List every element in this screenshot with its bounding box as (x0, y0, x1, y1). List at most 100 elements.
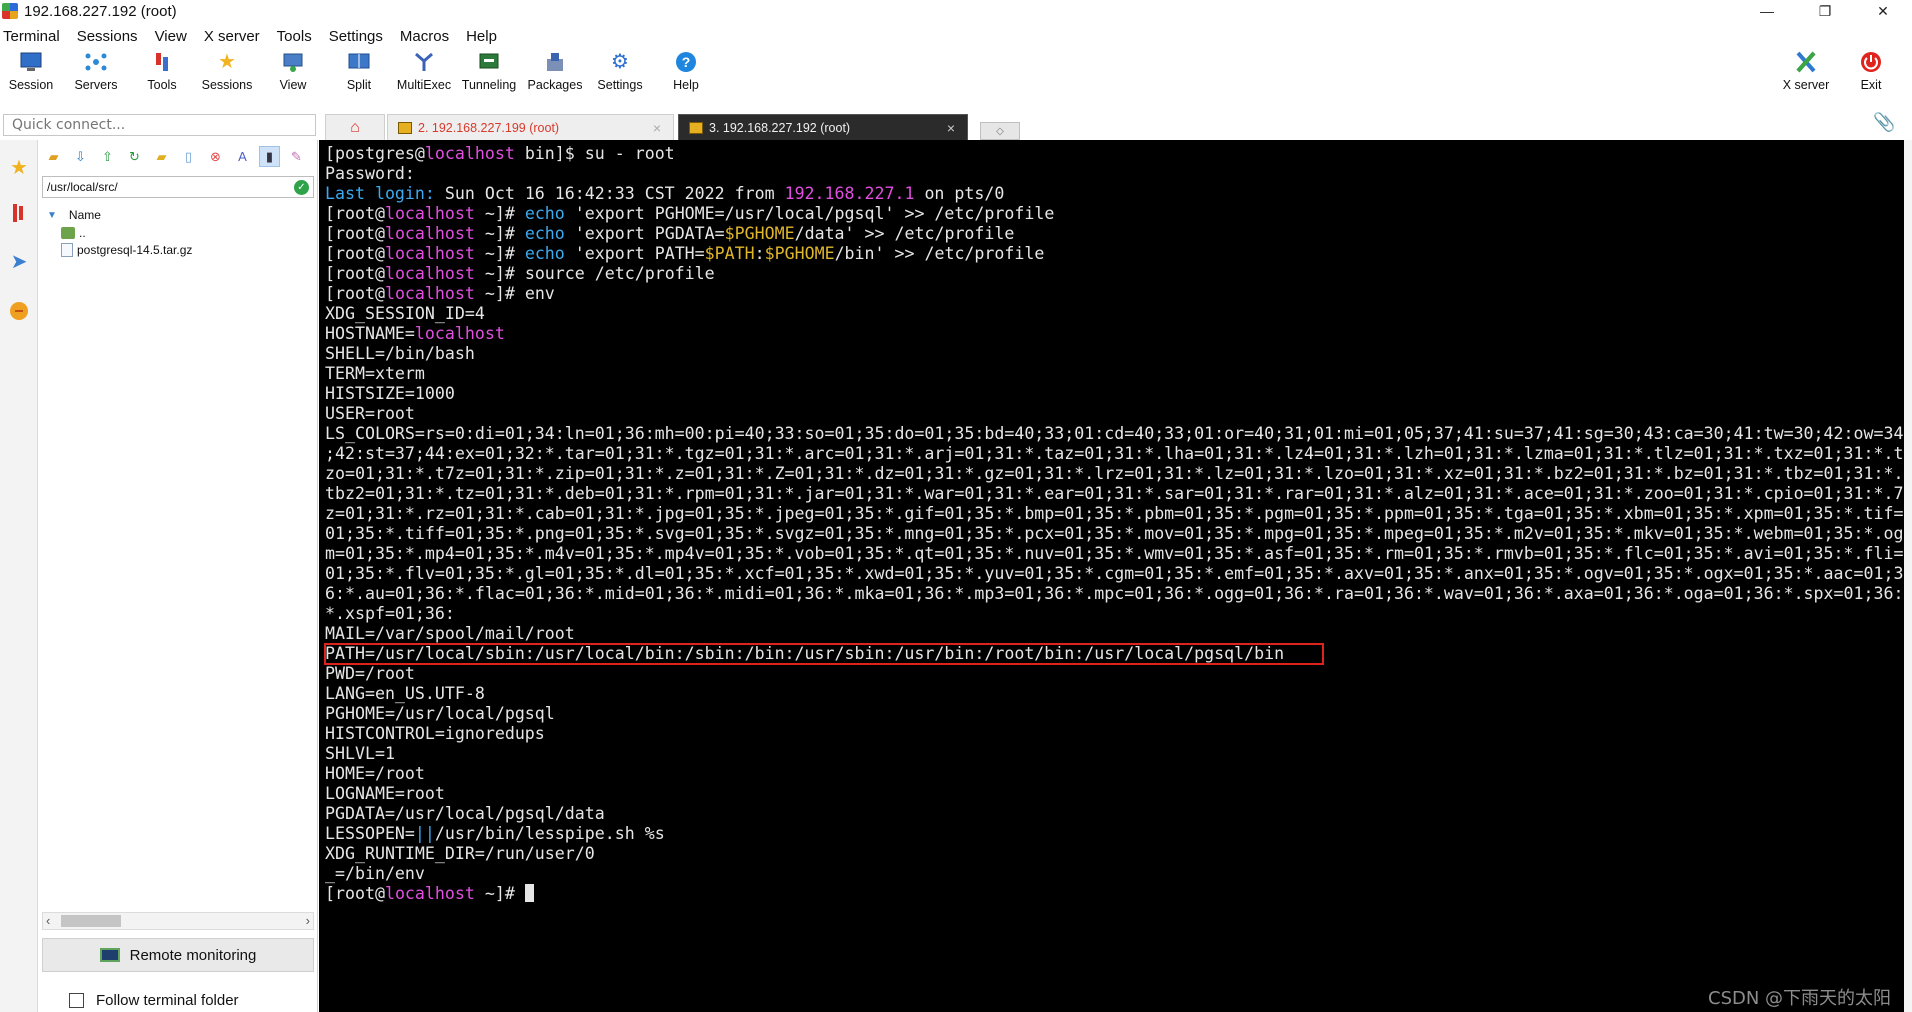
follow-folder-label: Follow terminal folder (96, 992, 239, 1009)
terminal-line: 01;35:*.tiff=01;35:*.png=01;35:*.svg=01;… (325, 524, 1905, 544)
terminal-line: PGHOME=/usr/local/pgsql (325, 704, 1905, 724)
new-file-icon[interactable]: ▯ (178, 146, 199, 167)
terminal-text: LOGNAME=root (325, 784, 445, 803)
menu-tools[interactable]: Tools (274, 28, 320, 45)
session-button[interactable]: Session (0, 50, 62, 102)
maximize-button[interactable]: ❐ (1796, 0, 1854, 22)
terminal-text: [root@ (325, 284, 385, 303)
terminal-line: [root@localhost ~]# source /etc/profile (325, 264, 1905, 284)
terminal-line: ;42:st=37;44:ex=01;32:*.tar=01;31:*.tgz=… (325, 444, 1905, 464)
terminal-line: MAIL=/var/spool/mail/root (325, 624, 1905, 644)
tools-strip-icon[interactable] (6, 200, 32, 226)
paperclip-icon[interactable]: 📎 (1873, 112, 1895, 133)
terminal-line: [postgres@localhost bin]$ su - root (325, 144, 1905, 164)
terminal-tab-icon (398, 121, 412, 134)
terminal-text: bin]$ su - root (514, 144, 675, 163)
remote-monitoring-button[interactable]: Remote monitoring (42, 938, 314, 972)
terminal-line: [root@localhost ~]# (325, 884, 1905, 904)
terminal-text: || (414, 824, 435, 843)
tunneling-button[interactable]: Tunneling (458, 50, 520, 102)
packages-button[interactable]: Packages (524, 50, 586, 102)
terminal-text: $PATH (704, 244, 755, 263)
terminal-line: HOME=/root (325, 764, 1905, 784)
parent-folder-icon (61, 227, 75, 239)
terminal-text: HOME=/root (325, 764, 425, 783)
new-tab-button[interactable]: ◇ (980, 122, 1020, 140)
menu-view[interactable]: View (152, 28, 195, 45)
remote-monitoring-label: Remote monitoring (129, 946, 257, 964)
menu-help[interactable]: Help (463, 28, 505, 45)
follow-terminal-folder[interactable]: Follow terminal folder (69, 992, 239, 1009)
power-icon (1858, 50, 1884, 74)
close-button[interactable]: ✕ (1854, 0, 1912, 22)
terminal-text: 01;35:*.tiff=01;35:*.png=01;35:*.svg=01;… (325, 524, 1904, 543)
tree-column-header[interactable]: ▼ Name (47, 208, 101, 222)
xserver-button[interactable]: X server (1775, 50, 1837, 102)
terminal-text: localhost (384, 204, 475, 223)
watermark: CSDN @下雨天的太阳 (1708, 988, 1892, 1009)
list-item-file[interactable]: postgresql-14.5.tar.gz (61, 243, 192, 257)
menu-settings[interactable]: Settings (326, 28, 391, 45)
favorites-star-icon[interactable]: ★ (6, 154, 32, 180)
terminal-line: XDG_RUNTIME_DIR=/run/user/0 (325, 844, 1905, 864)
tab-close-icon[interactable]: × (947, 120, 955, 136)
settings-button[interactable]: ⚙ Settings (589, 50, 651, 102)
tab-close-icon[interactable]: × (653, 120, 661, 136)
terminal-text: MAIL=/var/spool/mail/root (325, 624, 575, 643)
tab-session-2[interactable]: 2. 192.168.227.199 (root) × (387, 114, 674, 140)
menu-terminal[interactable]: Terminal (0, 28, 68, 45)
upload-icon[interactable]: ⇧ (97, 146, 118, 167)
tools-button[interactable]: Tools (131, 50, 193, 102)
terminal-line: Last login: Sun Oct 16 16:42:33 CST 2022… (325, 184, 1905, 204)
home-tab[interactable]: ⌂ (325, 114, 385, 140)
bookmark-icon[interactable]: ▮ (259, 146, 280, 167)
sftp-path-field[interactable]: /usr/local/src/ ✓ (42, 176, 314, 198)
terminal-text: PWD=/root (325, 664, 415, 683)
terminal-text: 'export PATH= (564, 244, 705, 263)
sessions-button[interactable]: ★ Sessions (196, 50, 258, 102)
settings-icon: ⚙ (611, 51, 629, 73)
macro-icon[interactable] (6, 298, 32, 324)
edit-icon[interactable]: ✎ (286, 146, 307, 167)
send-icon[interactable]: ➤ (6, 248, 32, 274)
terminal-line: zo=01;31:*.t7z=01;31:*.zip=01;31:*.z=01;… (325, 464, 1905, 484)
tab-label: 2. 192.168.227.199 (root) (418, 120, 560, 135)
terminal-view[interactable]: [postgres@localhost bin]$ su - root Passw… (319, 140, 1909, 1012)
servers-button[interactable]: Servers (65, 50, 127, 102)
scroll-left-icon[interactable]: ‹ (46, 913, 50, 929)
split-button[interactable]: Split (328, 50, 390, 102)
terminal-text: zo=01;31:*.t7z=01;31:*.zip=01;31:*.z=01;… (325, 464, 1904, 483)
menu-xserver[interactable]: X server (201, 28, 268, 45)
menu-macros[interactable]: Macros (397, 28, 457, 45)
terminal-text: [root@ (325, 884, 385, 903)
path-highlight-box (324, 643, 1324, 665)
terminal-text: : (754, 244, 765, 263)
rename-icon[interactable]: A (232, 146, 253, 167)
multiexec-button[interactable]: MultiExec (393, 50, 455, 102)
tab-session-3[interactable]: 3. 192.168.227.192 (root) × (678, 114, 968, 140)
terminal-line: [root@localhost ~]# echo 'export PGHOME=… (325, 204, 1905, 224)
new-folder-icon[interactable]: ▰ (151, 146, 172, 167)
exit-button[interactable]: Exit (1840, 50, 1902, 102)
list-item-parent[interactable]: .. (61, 226, 86, 240)
follow-folder-checkbox[interactable] (69, 993, 84, 1008)
scroll-right-icon[interactable]: › (306, 913, 310, 929)
quick-connect-input[interactable] (3, 114, 316, 136)
terminal-text: [root@ (325, 204, 385, 223)
horizontal-scrollbar[interactable]: ‹ › (42, 912, 314, 930)
menu-sessions[interactable]: Sessions (74, 28, 146, 45)
open-folder-icon[interactable]: ▰ (43, 146, 64, 167)
scroll-thumb[interactable] (61, 915, 121, 927)
terminal-text: [root@ (325, 264, 385, 283)
view-button[interactable]: View (262, 50, 324, 102)
terminal-text: 'export PGDATA= (564, 224, 725, 243)
refresh-icon[interactable]: ↻ (124, 146, 145, 167)
download-icon[interactable]: ⇩ (70, 146, 91, 167)
terminal-text: $PGHOME (724, 224, 795, 243)
terminal-scrollbar[interactable] (1904, 140, 1912, 1012)
terminal-text: localhost (384, 224, 475, 243)
help-button[interactable]: ? Help (655, 50, 717, 102)
terminal-line: USER=root (325, 404, 1905, 424)
delete-icon[interactable]: ⊗ (205, 146, 226, 167)
minimize-button[interactable]: — (1738, 0, 1796, 22)
